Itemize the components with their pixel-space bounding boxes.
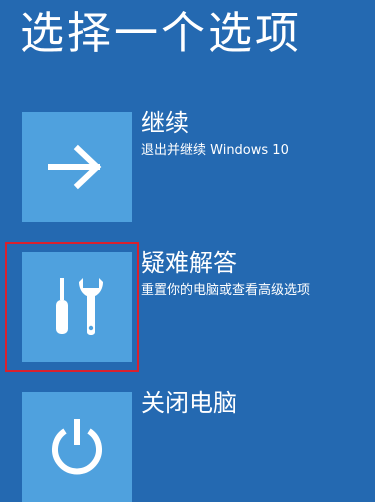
continue-tile[interactable] <box>22 112 132 222</box>
power-icon <box>52 419 102 475</box>
option-title: 继续 <box>141 109 189 137</box>
power-off-tile[interactable] <box>22 392 132 502</box>
option-title: 疑难解答 <box>141 249 237 277</box>
page-title: 选择一个选项 <box>20 8 302 59</box>
option-description: 退出并继续 Windows 10 <box>141 143 289 158</box>
option-title: 关闭电脑 <box>141 389 237 417</box>
option-power-off[interactable]: 关闭电脑 <box>22 389 372 502</box>
option-description: 重置你的电脑或查看高级选项 <box>141 283 311 298</box>
arrow-right-icon <box>48 144 102 190</box>
option-continue[interactable]: 继续 退出并继续 Windows 10 <box>22 109 372 222</box>
selection-highlight <box>5 242 139 372</box>
